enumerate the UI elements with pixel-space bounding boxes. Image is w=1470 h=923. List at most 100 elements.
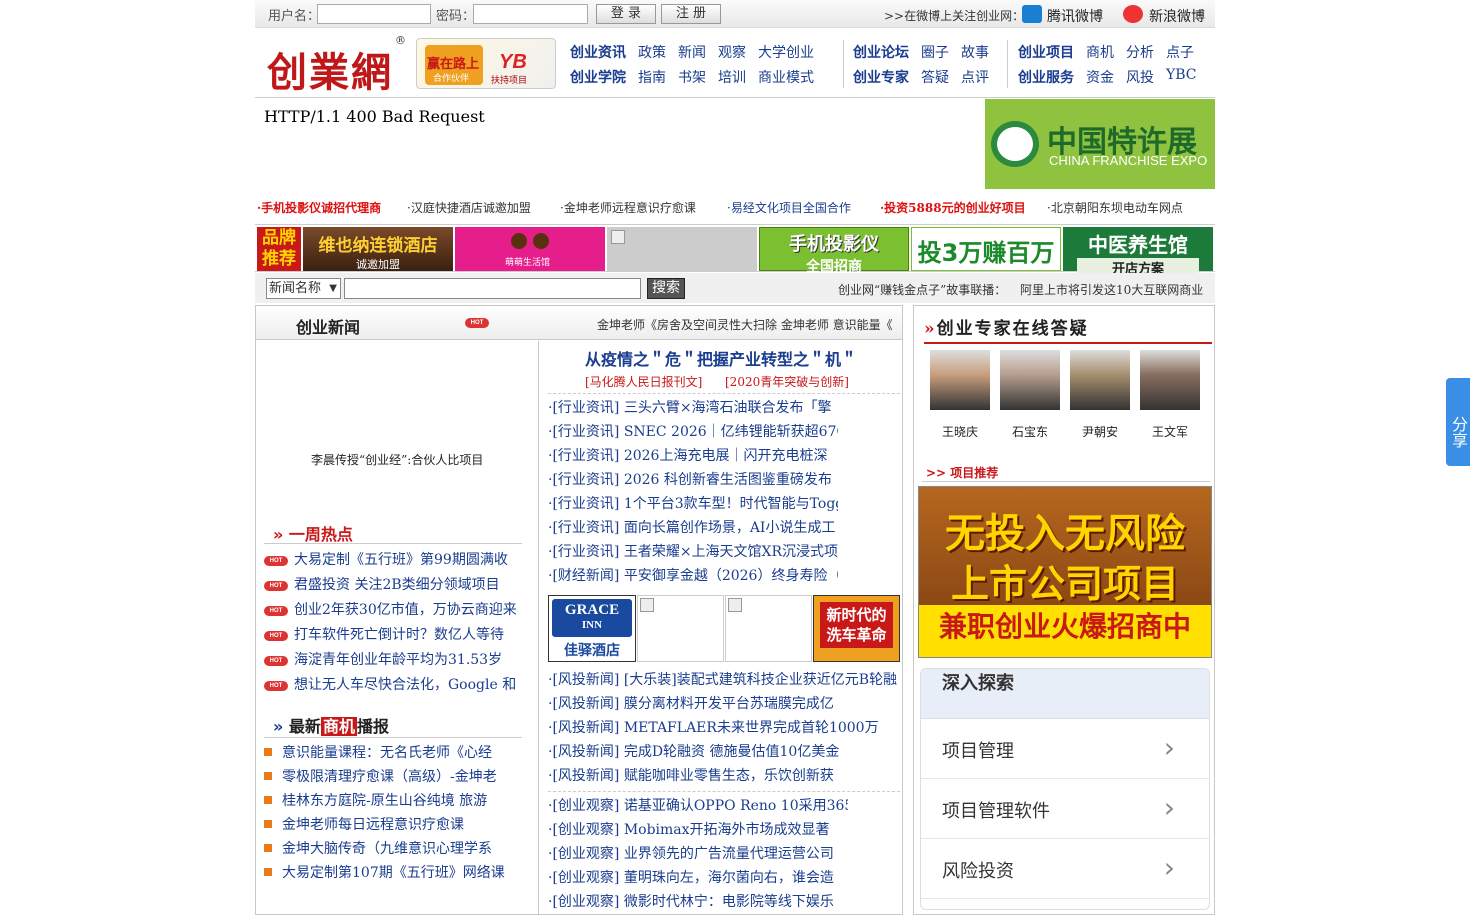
nav-link[interactable]: 资金 (1086, 67, 1114, 87)
search-button[interactable]: 搜索 (647, 278, 685, 299)
ticker-link[interactable]: ·金坤老师远程意识疗愈课 (560, 199, 696, 216)
list-item[interactable]: 意识能量课程：无名氏老师《心经 (264, 741, 522, 765)
expert-avatar[interactable] (1140, 350, 1200, 410)
username-input[interactable] (317, 4, 431, 24)
sina-weibo-link[interactable]: 新浪微博 (1149, 6, 1205, 26)
expert-name[interactable]: 石宝东 (1000, 423, 1060, 440)
nav-link[interactable]: 点评 (961, 67, 989, 87)
headline-sub2[interactable]: [2020青年突破与创新] (725, 373, 849, 390)
nav-link[interactable]: 创业项目 (1018, 42, 1074, 62)
ticker-link[interactable]: ·北京朝阳东坝电动车网点 (1047, 199, 1183, 216)
news-item[interactable]: ·[行业资讯] 三头六臂×海湾石油联合发布「擎 (548, 396, 838, 420)
expert-name[interactable]: 王晓庆 (930, 423, 990, 440)
nav-link[interactable]: 大学创业 (758, 42, 814, 62)
news-item[interactable]: ·[行业资讯] 王者荣耀×上海天文馆XR沉浸式项 (548, 540, 838, 564)
share-button[interactable]: 分享 (1446, 378, 1470, 466)
broken-image-ad[interactable] (637, 595, 724, 662)
tencent-weibo-link[interactable]: 腾讯微博 (1047, 6, 1103, 26)
nav-link[interactable]: 创业资讯 (570, 42, 626, 62)
nav-link[interactable]: 创业服务 (1018, 67, 1074, 87)
ticker-link[interactable]: ·汉庭快捷酒店诚邀加盟 (407, 199, 531, 216)
list-item[interactable]: 零极限清理疗愈课（高级）-金坤老 (264, 765, 522, 789)
ad-vienna[interactable]: 维也纳连锁酒店 诚邀加盟 (303, 227, 453, 271)
nav-link[interactable]: YBC (1166, 67, 1197, 83)
expo-banner[interactable]: 中国特许展 CHINA FRANCHISE EXPO (985, 99, 1215, 189)
list-item[interactable]: 金坤老师每日远程意识疗愈课 (264, 813, 522, 837)
login-button[interactable]: 登 录 (596, 4, 656, 24)
ad-tcm[interactable]: 中医养生馆 开店方案 (1063, 227, 1213, 277)
password-input[interactable] (473, 4, 588, 24)
partner-banner[interactable]: 赢在路上 合作伙伴 YB 扶持项目 (416, 38, 556, 89)
news-item[interactable]: ·[行业资讯] SNEC 2026｜亿纬锂能斩获超67GWh (548, 420, 838, 444)
nav-link[interactable]: 创业论坛 (853, 42, 909, 62)
nav-link[interactable]: 创业专家 (853, 67, 909, 87)
search-input[interactable] (344, 278, 641, 299)
nav-link[interactable]: 故事 (961, 42, 989, 62)
ad-phone-projector[interactable]: 手机投影仪 全国招商 (759, 227, 909, 275)
news-item[interactable]: ·[风投新闻] 膜分离材料开发平台苏瑞膜完成亿 (548, 692, 900, 716)
list-item[interactable]: HOT 大易定制《五行班》第99期圆满收 (264, 548, 522, 573)
news-item[interactable]: ·[创业观察] 董明珠向左，海尔菌向右，谁会造 (548, 866, 848, 890)
nav-link[interactable]: 政策 (638, 42, 666, 62)
list-item[interactable]: 桂林东方庭院-原生山谷纯境 旅游 (264, 789, 522, 813)
news-scroll-text[interactable]: 金坤老师《房舍及空间灵性大扫除 金坤老师 意识能量《 (597, 316, 897, 333)
list-item[interactable]: 金坤大脑传奇（九维意识心理学系 (264, 837, 522, 861)
nav-link[interactable]: 点子 (1166, 42, 1194, 62)
news-item[interactable]: ·[财经新闻] 平安御享金越（2026）终身寿险（ (548, 564, 838, 588)
explore-item[interactable]: 项目管理软件 › (921, 779, 1209, 839)
news-item[interactable]: ·[风投新闻] 完成D轮融资 德施曼估值10亿美金 (548, 740, 900, 764)
broken-image-ad[interactable] (725, 595, 812, 662)
nav-link[interactable]: 书架 (678, 67, 706, 87)
nav-link[interactable]: 圈子 (921, 42, 949, 62)
ad-pink[interactable]: 萌萌生活馆 (455, 227, 605, 271)
list-item[interactable]: HOT 想让无人车尽快合法化，Google 和 (264, 673, 522, 698)
ticker-link[interactable]: ·手机投影仪诚招代理商 (257, 199, 381, 216)
nav-link[interactable]: 新闻 (678, 42, 706, 62)
nav-link[interactable]: 指南 (638, 67, 666, 87)
news-item[interactable]: ·[创业观察] 业界领先的广告流量代理运营公司 (548, 842, 848, 866)
ticker-link[interactable]: ·易经文化项目全国合作 (727, 199, 851, 216)
news-item[interactable]: ·[行业资讯] 2026上海充电展｜闪开充电桩深 (548, 444, 838, 468)
nav-link[interactable]: 商机 (1086, 42, 1114, 62)
headline[interactable]: 从疫情之＂危＂把握产业转型之＂机＂ (540, 346, 902, 370)
news-item[interactable]: ·[行业资讯] 2026 科创新睿生活图鉴重磅发布 (548, 468, 838, 492)
list-item[interactable]: HOT 打车软件死亡倒计时？数亿人等待 (264, 623, 522, 648)
expert-name[interactable]: 王文军 (1140, 423, 1200, 440)
story-link[interactable]: 阿里上市将引发这10大互联网商业 (1020, 281, 1203, 298)
nav-link[interactable]: 分析 (1126, 42, 1154, 62)
expert-avatar[interactable] (1000, 350, 1060, 410)
news-item[interactable]: ·[风投新闻] METAFLAER未来世界完成首轮1000万 (548, 716, 900, 740)
expert-avatar[interactable] (1070, 350, 1130, 410)
nav-link[interactable]: 观察 (718, 42, 746, 62)
news-item[interactable]: ·[风投新闻] [大乐装]装配式建筑科技企业获近亿元B轮融 (548, 668, 900, 692)
news-item[interactable]: ·[行业资讯] 1个平台3款车型！时代智能与Togg (548, 492, 838, 516)
list-item[interactable]: HOT 君盛投资 关注2B类细分领域项目 (264, 573, 522, 598)
news-item[interactable]: ·[创业观察] Mobimax开拓海外市场成效显著 (548, 818, 848, 842)
news-item[interactable]: ·[创业观察] 诺基亚确认OPPO Reno 10采用365体 (548, 794, 848, 818)
news-item[interactable]: ·[创业观察] 微影时代林宁：电影院等线下娱乐 (548, 890, 848, 914)
list-item[interactable]: 大易定制第107期《五行班》网络课 (264, 861, 522, 885)
news-item[interactable]: ·[行业资讯] 面向长篇创作场景，AI小说生成工 (548, 516, 838, 540)
headline-sub1[interactable]: [马化腾人民日报刊文] (585, 373, 702, 390)
nav-link[interactable]: 商业模式 (758, 67, 814, 87)
nav-link[interactable]: 答疑 (921, 67, 949, 87)
search-category-select[interactable]: 新闻名称 ▼ (266, 278, 341, 299)
nav-link[interactable]: 培训 (718, 67, 746, 87)
nav-link[interactable]: 风投 (1126, 67, 1154, 87)
explore-item[interactable]: 风险投资 › (921, 839, 1209, 899)
explore-item[interactable]: 项目管理 › (921, 719, 1209, 779)
expert-avatar[interactable] (930, 350, 990, 410)
list-item[interactable]: HOT 海淀青年创业年龄平均为31.53岁 (264, 648, 522, 673)
ad-invest[interactable]: 投3万赚百万 (911, 227, 1061, 271)
ticker-link[interactable]: ·投资5888元的创业好项目 (880, 199, 1026, 216)
feature-caption[interactable]: 李晨传授“创业经”:合伙人比项目 (311, 451, 483, 468)
list-item[interactable]: HOT 创业2年获30亿市值，万协云商迎来 (264, 598, 522, 623)
project-ad[interactable]: 无投入无风险 上市公司项目 兼职创业火爆招商中 (918, 486, 1212, 658)
news-item[interactable]: ·[风投新闻] 赋能咖啡业零售生态，乐饮创新获 (548, 764, 900, 788)
register-button[interactable]: 注 册 (661, 4, 721, 24)
ad-broken-image[interactable] (607, 227, 757, 271)
grace-inn-ad[interactable]: GRACE INN 佳驿酒店 (548, 595, 636, 662)
expert-name[interactable]: 尹朝安 (1070, 423, 1130, 440)
site-logo[interactable]: 创業網 ® (267, 34, 406, 96)
nav-link[interactable]: 创业学院 (570, 67, 626, 87)
